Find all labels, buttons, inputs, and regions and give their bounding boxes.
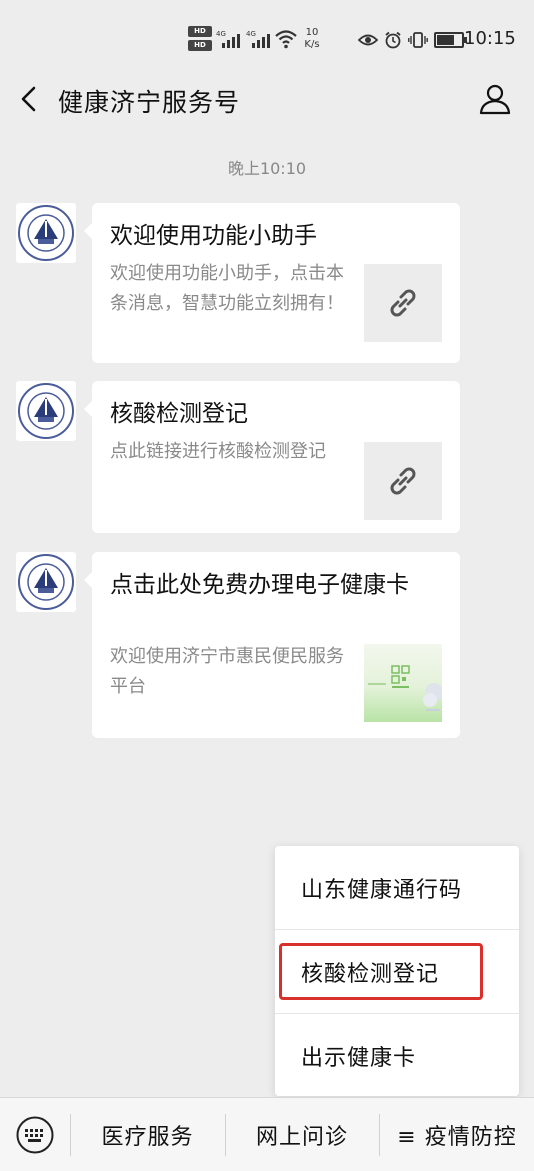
menu-item-label: 山东健康通行码 [301, 878, 463, 903]
keyboard-toggle-button[interactable] [0, 1098, 70, 1171]
tab-online-consultation[interactable]: 网上问诊 [226, 1098, 378, 1171]
link-icon [390, 289, 416, 317]
card-title: 点击此处免费办理电子健康卡 [110, 572, 409, 598]
vibrate-icon [408, 32, 428, 48]
back-icon[interactable] [16, 84, 42, 114]
avatar[interactable] [16, 381, 76, 441]
speed-unit: K/s [304, 39, 320, 50]
hd-badge: HD [188, 40, 212, 51]
card-thumbnail [364, 442, 442, 520]
tab-medical-services[interactable]: 医疗服务 [71, 1098, 224, 1171]
card-title: 核酸检测登记 [110, 401, 248, 427]
card-title: 欢迎使用功能小助手 [110, 223, 317, 249]
tab-epidemic-prevention[interactable]: ≡ 疫情防控 [380, 1098, 534, 1171]
link-icon [390, 467, 416, 495]
article-card[interactable]: 欢迎使用功能小助手 欢迎使用功能小助手，点击本条消息，智慧功能立刻拥有！ [84, 203, 460, 363]
alarm-icon [385, 31, 401, 49]
page-title: 健康济宁服务号 [58, 88, 241, 117]
signal-icon: 4G [216, 30, 242, 48]
service-popup-menu: 山东健康通行码 核酸检测登记 出示健康卡 [275, 846, 519, 1096]
nav-bar: 健康济宁服务号 [0, 66, 534, 132]
speed-value: 10 [305, 27, 319, 38]
article-card[interactable]: 点击此处免费办理电子健康卡 欢迎使用济宁市惠民便民服务平台 [84, 552, 460, 738]
menu-item-label: 核酸检测登记 [301, 962, 440, 987]
menu-item-nucleic-test-registration[interactable]: 核酸检测登记 [275, 930, 519, 1013]
qr-card-image-icon [368, 665, 442, 711]
card-thumbnail [364, 264, 442, 342]
hd-indicator: HD HD [188, 26, 212, 52]
network-type: 4G [246, 30, 256, 38]
network-type: 4G [216, 30, 226, 38]
system-icons [358, 30, 467, 50]
chat-message: 欢迎使用功能小助手 欢迎使用功能小助手，点击本条消息，智慧功能立刻拥有！ [16, 203, 460, 363]
chat-timestamp: 晚上10:10 [227, 159, 307, 178]
avatar[interactable] [16, 552, 76, 612]
card-description: 欢迎使用功能小助手，点击本条消息，智慧功能立刻拥有！ [110, 263, 344, 314]
chat-message: 核酸检测登记 点此链接进行核酸检测登记 [16, 381, 460, 533]
hd-badge: HD [188, 26, 212, 37]
menu-item-show-health-card[interactable]: 出示健康卡 [275, 1014, 519, 1097]
card-description: 点此链接进行核酸检测登记 [110, 441, 326, 462]
article-card[interactable]: 核酸检测登记 点此链接进行核酸检测登记 [84, 381, 460, 533]
signal-icon: 4G [246, 30, 272, 48]
card-thumbnail [364, 644, 442, 722]
avatar[interactable] [16, 203, 76, 263]
card-description: 欢迎使用济宁市惠民便民服务平台 [110, 646, 344, 697]
battery-icon [434, 32, 467, 48]
menu-item-label: 出示健康卡 [301, 1046, 417, 1071]
keyboard-icon [16, 1116, 54, 1153]
wifi-icon [275, 30, 297, 49]
chat-message: 点击此处免费办理电子健康卡 欢迎使用济宁市惠民便民服务平台 [16, 552, 460, 738]
network-speed: 10 K/s [300, 27, 324, 51]
seal-logo-icon [18, 205, 74, 261]
bottom-menu-bar: 医疗服务 网上问诊 ≡ 疫情防控 [0, 1097, 534, 1171]
menu-item-shandong-health-code[interactable]: 山东健康通行码 [275, 846, 519, 929]
clock: 10:15 [464, 28, 516, 49]
seal-logo-icon [18, 383, 74, 439]
seal-logo-icon [18, 554, 74, 610]
profile-icon[interactable] [478, 82, 512, 116]
eye-icon [358, 34, 378, 46]
